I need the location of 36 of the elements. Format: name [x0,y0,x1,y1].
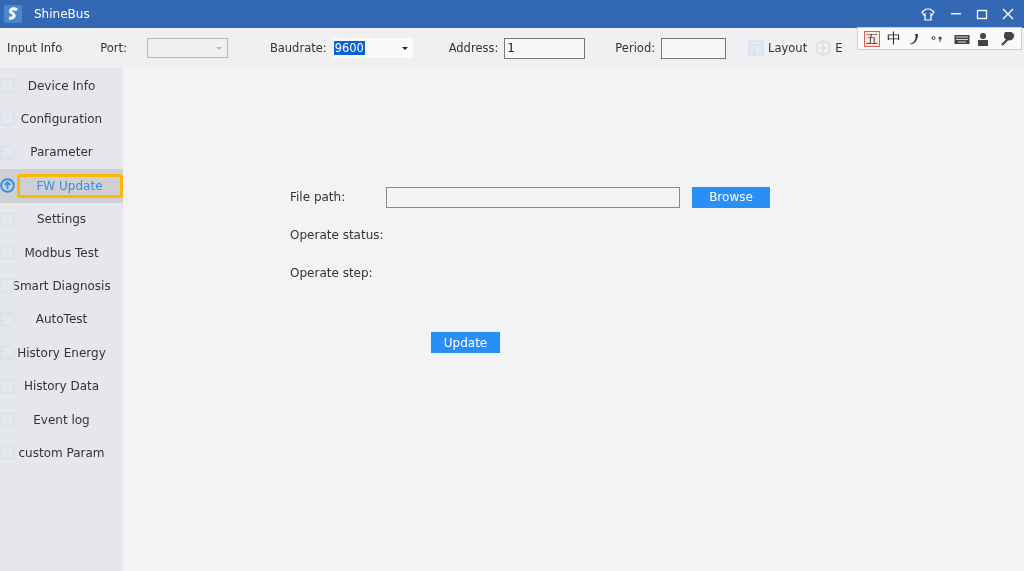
caret-icon [215,46,222,50]
section-title: Input Info [7,41,63,55]
nav-item[interactable]: Event log [24,407,99,432]
nav-item[interactable]: Parameter [21,140,102,165]
nav-item[interactable]: Device Info [18,73,105,98]
caret-icon [401,46,408,50]
shirt-icon[interactable] [920,7,936,21]
nav-item[interactable]: Settings [27,207,96,232]
nav-item[interactable]: Smart Diagnosis [3,274,120,299]
nav-item[interactable]: Modbus Test [15,240,108,265]
period-field[interactable] [661,37,727,59]
operate-step-label: Operate step: [290,265,374,282]
nav-item[interactable]: AutoTest [26,307,97,332]
menu-item[interactable]: E [835,41,843,55]
input-mode-label[interactable]: 五 [864,30,880,47]
menu-item[interactable]: Layout [768,41,808,55]
address-field[interactable]: 1 [504,37,586,59]
nav-item[interactable]: Configuration [11,107,112,132]
window-title: ShineBus [34,7,90,21]
baudrate-label: Baudrate: [269,41,327,55]
nav-item[interactable]: History Data [14,374,109,399]
language-label[interactable]: 中 [887,29,901,48]
upload-icon [0,178,15,194]
app-logo-icon [4,5,22,23]
file-path-field[interactable] [386,186,680,208]
baudrate-dropdown[interactable]: 9600 [332,38,413,58]
port-label: Port: [100,41,127,55]
period-label: Period: [615,41,656,55]
file-path-label: File path: [290,189,347,206]
layout-icon [748,40,765,56]
maximize-icon[interactable] [976,8,988,20]
nav-item[interactable]: custom Param [9,441,114,465]
address-label: Address: [448,41,499,55]
nav-item[interactable]: History Energy [8,340,115,365]
operate-status-label: Operate status: [290,227,385,244]
close-icon[interactable] [1002,8,1014,20]
